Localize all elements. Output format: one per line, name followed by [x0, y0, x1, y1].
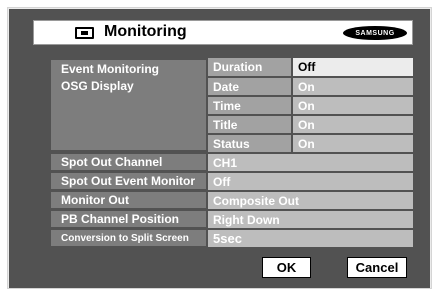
value-status[interactable]: On: [293, 135, 413, 152]
label-monitor-out: Monitor Out: [51, 192, 206, 208]
ok-button[interactable]: OK: [262, 257, 311, 278]
value-time[interactable]: On: [293, 97, 413, 114]
samsung-logo: SAMSUNG: [343, 26, 407, 40]
value-title[interactable]: On: [293, 116, 413, 133]
page-title: Monitoring: [104, 23, 187, 40]
monitor-icon: [75, 27, 94, 39]
sublabel-status: Status: [208, 135, 291, 152]
title-bar: Monitoring SAMSUNG: [33, 20, 413, 45]
value-duration[interactable]: Off: [293, 58, 413, 76]
sublabel-duration: Duration: [208, 58, 291, 76]
value-date[interactable]: On: [293, 78, 413, 95]
value-monitor-out[interactable]: Composite Out: [208, 192, 413, 209]
value-spot-out-channel[interactable]: CH1: [208, 154, 413, 171]
sublabel-title: Title: [208, 116, 291, 133]
value-conversion-to-split-screen[interactable]: 5sec: [208, 230, 413, 247]
label-conversion-to-split-screen: Conversion to Split Screen: [51, 230, 206, 246]
sublabel-time: Time: [208, 97, 291, 114]
label-event-monitoring: Event Monitoring: [51, 60, 206, 77]
sublabel-date: Date: [208, 78, 291, 95]
label-spot-out-channel: Spot Out Channel: [51, 154, 206, 170]
value-spot-out-event-monitor[interactable]: Off: [208, 173, 413, 190]
label-osg-display: OSG Display: [51, 77, 206, 150]
label-spot-out-event-monitor: Spot Out Event Monitor: [51, 173, 206, 189]
cancel-button[interactable]: Cancel: [347, 257, 407, 278]
label-pb-channel-position: PB Channel Position: [51, 211, 206, 227]
value-pb-channel-position[interactable]: Right Down: [208, 211, 413, 228]
